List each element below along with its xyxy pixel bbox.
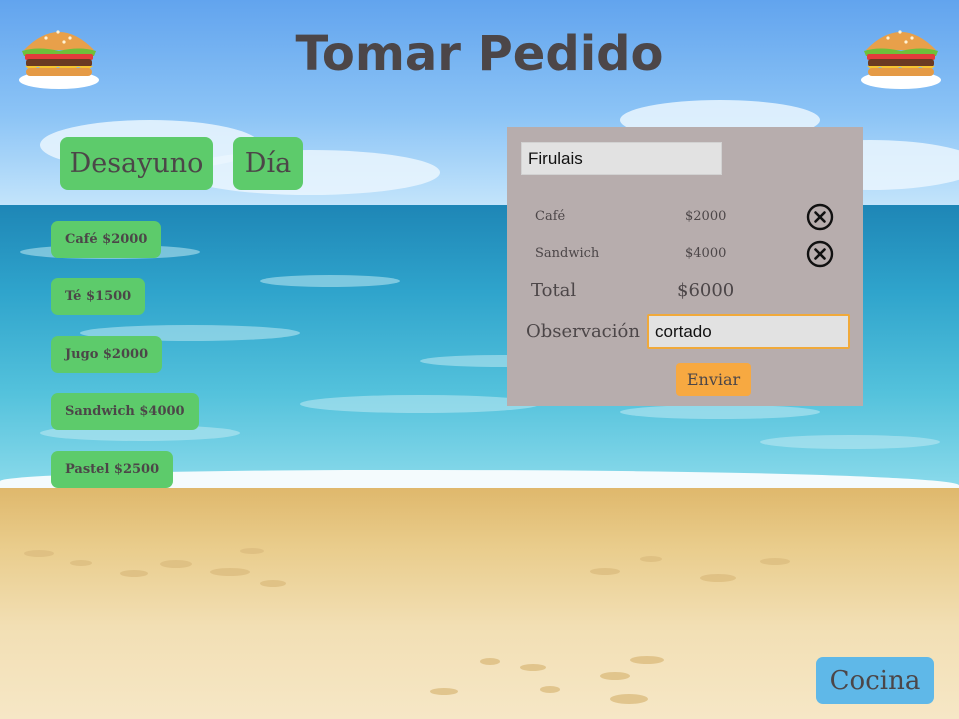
- kitchen-button[interactable]: Cocina: [816, 657, 934, 704]
- order-panel: Café $2000 Sandwich $4000 Total $6000 Ob…: [507, 127, 863, 406]
- menu-item-pastel-button[interactable]: Pastel $2500: [51, 451, 174, 488]
- order-item-row: Sandwich $4000: [507, 239, 863, 269]
- menu-item-cafe-button[interactable]: Café $2000: [51, 221, 162, 258]
- order-item-price: $2000: [685, 209, 727, 224]
- remove-circle-icon[interactable]: [806, 203, 834, 231]
- order-item-price: $4000: [685, 246, 727, 261]
- menu-item-sandwich-button[interactable]: Sandwich $4000: [51, 393, 199, 430]
- send-button[interactable]: Enviar: [676, 363, 751, 396]
- observation-input[interactable]: [647, 314, 850, 349]
- customer-name-input[interactable]: [521, 142, 722, 175]
- burger-icon: [861, 30, 941, 89]
- observation-label: Observación: [526, 321, 640, 342]
- order-item-name: Café: [535, 209, 566, 224]
- total-value: $6000: [677, 280, 735, 301]
- total-label: Total: [531, 280, 577, 301]
- order-item-name: Sandwich: [535, 246, 600, 261]
- menu-item-jugo-button[interactable]: Jugo $2000: [51, 336, 163, 373]
- menu-item-te-button[interactable]: Té $1500: [51, 278, 146, 315]
- order-item-row: Café $2000: [507, 202, 863, 232]
- page-title: Tomar Pedido: [295, 26, 664, 82]
- category-dia-button[interactable]: Día: [233, 137, 303, 190]
- category-desayuno-button[interactable]: Desayuno: [60, 137, 213, 190]
- remove-circle-icon[interactable]: [806, 240, 834, 268]
